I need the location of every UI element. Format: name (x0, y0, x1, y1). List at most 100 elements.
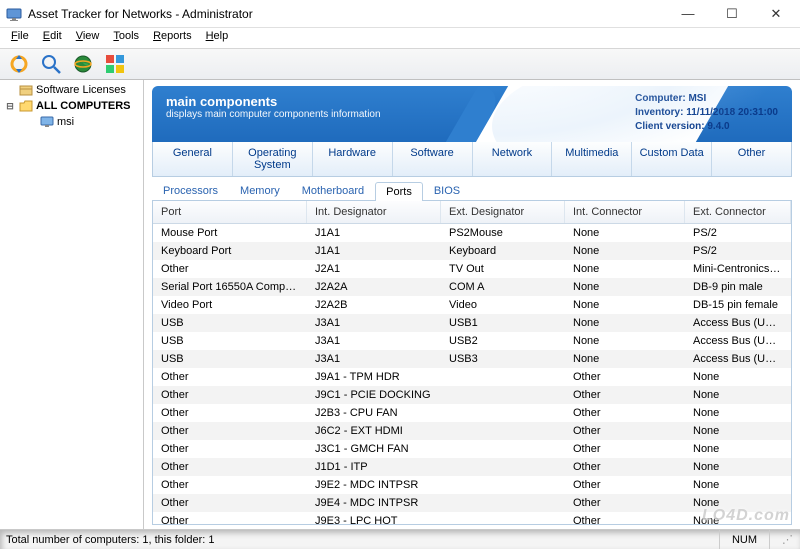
subtab-processors[interactable]: Processors (152, 181, 229, 200)
cell-extdes (441, 512, 565, 524)
table-row[interactable]: USBJ3A1USB3NoneAccess Bus (USB) (153, 350, 791, 368)
table-row[interactable]: Keyboard PortJ1A1KeyboardNonePS/2 (153, 242, 791, 260)
tab-network[interactable]: Network (473, 142, 553, 176)
status-num: NUM (719, 530, 769, 549)
cell-port: Mouse Port (153, 224, 307, 242)
cell-intcon: Other (565, 422, 685, 440)
col-intdes[interactable]: Int. Designator (307, 201, 441, 223)
cell-extdes (441, 422, 565, 440)
cell-port: Video Port (153, 296, 307, 314)
table-row[interactable]: USBJ3A1USB1NoneAccess Bus (USB) (153, 314, 791, 332)
cell-intcon: Other (565, 440, 685, 458)
table-row[interactable]: OtherJ6C2 - EXT HDMIOtherNone (153, 422, 791, 440)
toolbar-globe-button[interactable] (70, 51, 96, 77)
cell-extdes (441, 404, 565, 422)
tab-other[interactable]: Other (712, 142, 791, 176)
titlebar: Asset Tracker for Networks - Administrat… (0, 0, 800, 28)
banner-client-version: Client version: 9.4.0 (635, 120, 778, 134)
cell-port: Keyboard Port (153, 242, 307, 260)
cell-intdes: J9E3 - LPC HOT (307, 512, 441, 524)
menu-reports[interactable]: Reports (146, 28, 199, 48)
cell-intcon: None (565, 350, 685, 368)
subtab-memory[interactable]: Memory (229, 181, 291, 200)
table-row[interactable]: OtherJ9E2 - MDC INTPSROtherNone (153, 476, 791, 494)
cell-extcon: None (685, 422, 791, 440)
cell-intcon: Other (565, 512, 685, 524)
banner-inventory: Inventory: 11/11/2018 20:31:00 (635, 106, 778, 120)
table-body[interactable]: Mouse PortJ1A1PS2MouseNonePS/2Keyboard P… (153, 224, 791, 524)
cell-intdes: J2B3 - CPU FAN (307, 404, 441, 422)
cell-intdes: J3A1 (307, 314, 441, 332)
table-row[interactable]: OtherJ9E4 - MDC INTPSROtherNone (153, 494, 791, 512)
subtab-ports[interactable]: Ports (375, 182, 423, 201)
col-intcon[interactable]: Int. Connector (565, 201, 685, 223)
cell-intcon: None (565, 260, 685, 278)
cell-intdes: J3A1 (307, 332, 441, 350)
toolbar-search-button[interactable] (38, 51, 64, 77)
tab-software[interactable]: Software (393, 142, 473, 176)
table-row[interactable]: OtherJ9E3 - LPC HOTOtherNone (153, 512, 791, 524)
table-row[interactable]: OtherJ1D1 - ITPOtherNone (153, 458, 791, 476)
maximize-button[interactable]: ☐ (710, 0, 754, 28)
close-button[interactable]: ✕ (754, 0, 798, 28)
status-resize-grip[interactable]: ⋰ (769, 530, 794, 549)
table-row[interactable]: Serial Port 16550A CompatibleJ2A2ACOM AN… (153, 278, 791, 296)
table-row[interactable]: OtherJ3C1 - GMCH FANOtherNone (153, 440, 791, 458)
cell-port: Other (153, 422, 307, 440)
table-row[interactable]: Video PortJ2A2BVideoNoneDB-15 pin female (153, 296, 791, 314)
table-row[interactable]: OtherJ2B3 - CPU FANOtherNone (153, 404, 791, 422)
cell-extcon: Access Bus (USB) (685, 332, 791, 350)
table-row[interactable]: OtherJ9C1 - PCIE DOCKINGOtherNone (153, 386, 791, 404)
table-row[interactable]: OtherJ9A1 - TPM HDROtherNone (153, 368, 791, 386)
cell-extcon: Mini-Centronics Type- (685, 260, 791, 278)
toolbar-refresh-button[interactable] (6, 51, 32, 77)
cell-intcon: None (565, 224, 685, 242)
window-title: Asset Tracker for Networks - Administrat… (28, 7, 666, 21)
table-row[interactable]: OtherJ2A1TV OutNoneMini-Centronics Type- (153, 260, 791, 278)
cell-extdes: TV Out (441, 260, 565, 278)
cell-extcon: Access Bus (USB) (685, 350, 791, 368)
cell-extcon: DB-9 pin male (685, 278, 791, 296)
cell-port: Other (153, 260, 307, 278)
tab-hardware[interactable]: Hardware (313, 142, 393, 176)
cell-intcon: Other (565, 458, 685, 476)
tree-collapse-icon[interactable]: ⊟ (4, 101, 16, 112)
col-extcon[interactable]: Ext. Connector (685, 201, 791, 223)
cell-extdes: COM A (441, 278, 565, 296)
menu-file[interactable]: File (4, 28, 36, 48)
menu-view[interactable]: View (69, 28, 107, 48)
cell-port: Other (153, 386, 307, 404)
tree-item-allcomputers[interactable]: ⊟ ALL COMPUTERS (0, 98, 143, 114)
col-port[interactable]: Port (153, 201, 307, 223)
banner-sub: displays main computer components inform… (166, 109, 381, 120)
cell-port: Other (153, 512, 307, 524)
tab-general[interactable]: General (153, 142, 233, 176)
minimize-button[interactable]: — (666, 0, 710, 28)
toolbar-components-button[interactable] (102, 51, 128, 77)
tree-item-licenses[interactable]: Software Licenses (0, 82, 143, 98)
menu-help[interactable]: Help (199, 28, 236, 48)
cell-extcon: None (685, 386, 791, 404)
tree-item-computer[interactable]: msi (0, 114, 143, 130)
cell-intdes: J9A1 - TPM HDR (307, 368, 441, 386)
tab-custom[interactable]: Custom Data (632, 142, 712, 176)
tab-multimedia[interactable]: Multimedia (552, 142, 632, 176)
cell-port: Other (153, 476, 307, 494)
col-extdes[interactable]: Ext. Designator (441, 201, 565, 223)
cell-extcon: None (685, 476, 791, 494)
menu-edit[interactable]: Edit (36, 28, 69, 48)
cell-extdes: USB1 (441, 314, 565, 332)
subtab-bios[interactable]: BIOS (423, 181, 471, 200)
cell-intcon: None (565, 332, 685, 350)
table-row[interactable]: USBJ3A1USB2NoneAccess Bus (USB) (153, 332, 791, 350)
cell-port: Other (153, 368, 307, 386)
cell-intcon: Other (565, 404, 685, 422)
banner: main components displays main computer c… (152, 86, 792, 142)
cell-intcon: None (565, 314, 685, 332)
cell-extdes: PS2Mouse (441, 224, 565, 242)
subtab-motherboard[interactable]: Motherboard (291, 181, 375, 200)
cell-intcon: None (565, 242, 685, 260)
tab-os[interactable]: Operating System (233, 142, 313, 176)
table-row[interactable]: Mouse PortJ1A1PS2MouseNonePS/2 (153, 224, 791, 242)
menu-tools[interactable]: Tools (106, 28, 146, 48)
